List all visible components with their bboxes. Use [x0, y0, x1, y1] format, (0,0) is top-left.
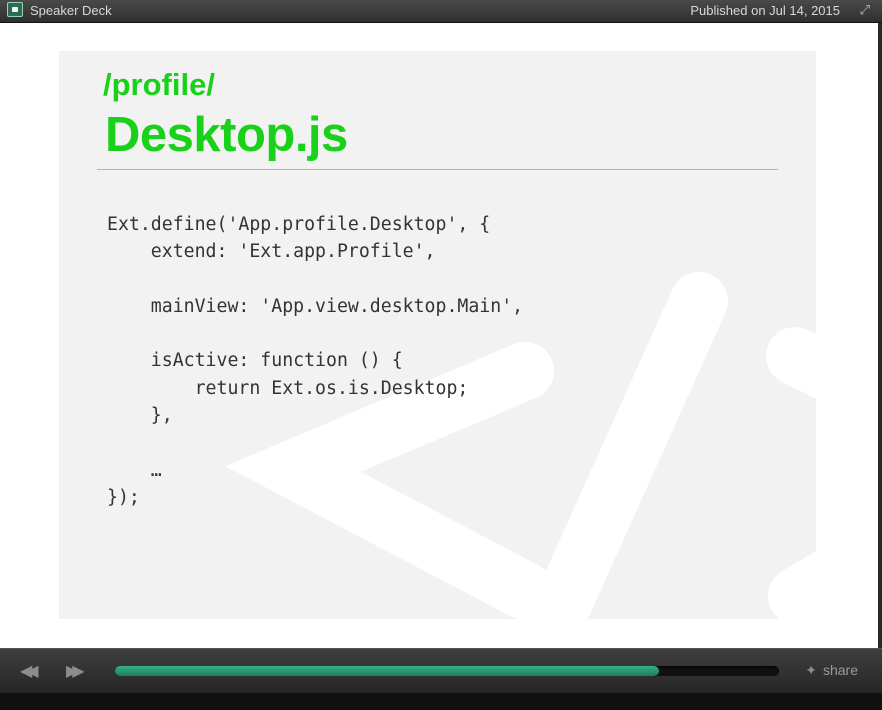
code-line: },	[107, 405, 173, 427]
rewind-icon[interactable]: ◀◀	[20, 661, 38, 681]
player-controls: ◀◀ ▶▶ ✦ share	[0, 648, 882, 693]
code-line: isActive: function () {	[107, 350, 403, 372]
code-block: Ext.define('App.profile.Desktop', { exte…	[107, 211, 523, 511]
code-line: extend: 'Ext.app.Profile',	[107, 241, 436, 263]
stage-edge	[878, 23, 882, 648]
bottom-strip	[0, 693, 882, 710]
slide: /profile/ Desktop.js Ext.define('App.pro…	[59, 51, 816, 619]
brand-link[interactable]: Speaker Deck	[30, 3, 112, 18]
progress-bar[interactable]	[115, 666, 779, 676]
code-line: …	[107, 459, 162, 481]
share-label: share	[822, 662, 858, 678]
published-date: Published on Jul 14, 2015	[690, 3, 840, 18]
code-line: mainView: 'App.view.desktop.Main',	[107, 295, 524, 317]
slide-title: Desktop.js	[105, 108, 348, 162]
fast-forward-icon[interactable]: ▶▶	[66, 661, 84, 681]
title-divider	[97, 169, 778, 170]
progress-fill	[115, 666, 660, 676]
code-line: return Ext.os.is.Desktop;	[107, 377, 469, 399]
share-button[interactable]: ✦ share	[805, 662, 858, 679]
speakerdeck-logo-icon[interactable]	[7, 2, 23, 17]
twitter-bird-icon: ✦	[805, 662, 817, 678]
slide-stage: /profile/ Desktop.js Ext.define('App.pro…	[0, 23, 878, 648]
code-line: });	[107, 486, 140, 508]
top-bar: Speaker Deck Published on Jul 14, 2015 ⤢	[0, 0, 882, 23]
expand-icon[interactable]: ⤢	[860, 2, 870, 18]
code-line: Ext.define('App.profile.Desktop', {	[107, 214, 491, 235]
slide-subtitle: /profile/	[103, 67, 215, 102]
